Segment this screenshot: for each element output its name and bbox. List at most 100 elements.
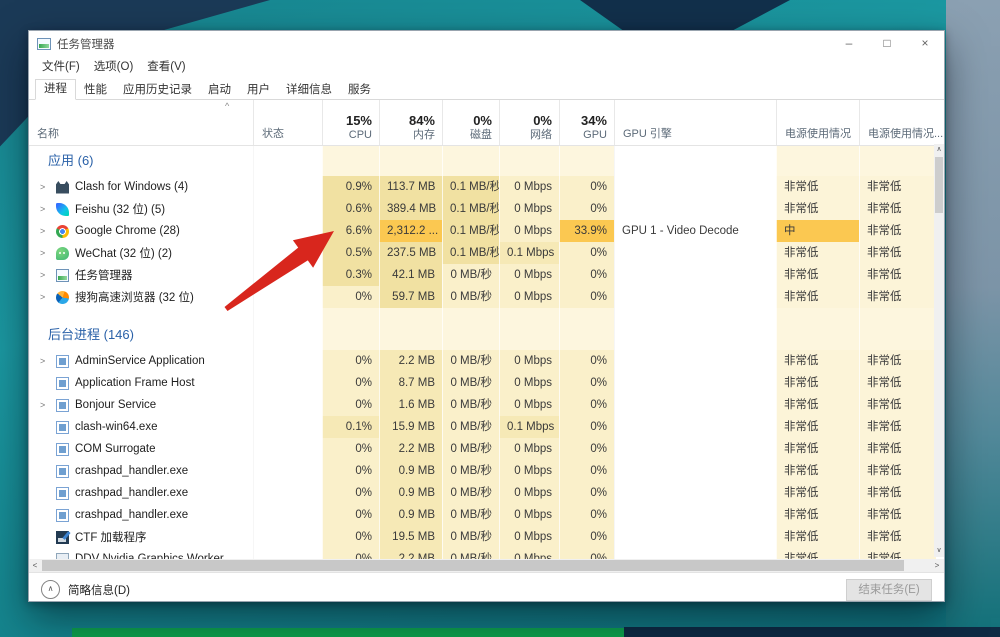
- expand-chevron-icon[interactable]: [40, 248, 56, 258]
- minimize-button[interactable]: –: [830, 31, 868, 56]
- wechat-icon: [56, 246, 69, 260]
- menu-item-2[interactable]: 查看(V): [140, 56, 192, 78]
- status-cell: [253, 264, 322, 286]
- status-cell: [253, 394, 322, 416]
- section-title: 后台进程 (146): [29, 320, 253, 350]
- process-row[interactable]: 搜狗高速浏览器 (32 位)0%59.7 MB0 MB/秒0 Mbps0%非常低…: [29, 286, 944, 308]
- vertical-scrollbar[interactable]: ∧ ∨: [934, 144, 944, 557]
- cell-value: 0%: [322, 438, 379, 460]
- scroll-down-icon[interactable]: ∨: [936, 545, 941, 557]
- scroll-left-icon[interactable]: <: [29, 559, 41, 572]
- column-header-power[interactable]: 电源使用情况: [776, 100, 859, 145]
- cell-value: 0%: [322, 286, 379, 308]
- cell-value: 0.1 MB/秒: [442, 242, 499, 264]
- process-row[interactable]: CTF 加载程序 0% 19.5 MB 0 MB/秒 0 Mbps 0% 非常低 非常低: [29, 526, 944, 548]
- section-cell: [859, 320, 936, 350]
- process-row[interactable]: WeChat (32 位) (2) 0.5%237.5 MB0.1 MB/秒0.1…: [29, 242, 944, 264]
- cell-value: 0%: [559, 372, 614, 394]
- horizontal-scroll-thumb[interactable]: [42, 560, 904, 571]
- expand-chevron-icon[interactable]: [40, 400, 56, 410]
- tab-6[interactable]: 服务: [340, 81, 379, 100]
- gpu-engine-cell: [614, 548, 776, 559]
- cell-value: 0%: [559, 548, 614, 559]
- gpu-engine-cell: [614, 438, 776, 460]
- cell-value: 0%: [559, 242, 614, 264]
- process-row[interactable]: Feishu (32 位) (5) 0.6%389.4 MB0.1 MB/秒0 M…: [29, 198, 944, 220]
- cell-value: 0%: [322, 372, 379, 394]
- process-row[interactable]: COM Surrogate 0% 2.2 MB 0 MB/秒 0 Mbps 0% 非常低 非常…: [29, 438, 944, 460]
- column-disk-label: 磁盘: [470, 129, 492, 141]
- power-trend-cell: 非常低: [859, 372, 936, 394]
- expand-chevron-icon[interactable]: [40, 226, 56, 236]
- column-header-name[interactable]: 名称 ^: [29, 100, 253, 145]
- tab-3[interactable]: 启动: [200, 81, 239, 100]
- expand-chevron-icon[interactable]: [40, 270, 56, 280]
- column-header-gpu-engine[interactable]: GPU 引擎: [614, 100, 776, 145]
- vertical-scroll-thumb[interactable]: [935, 157, 943, 213]
- collapse-details-icon[interactable]: ∧: [41, 580, 60, 599]
- column-header-disk[interactable]: 0% 磁盘: [442, 100, 499, 145]
- expand-chevron-icon[interactable]: [40, 356, 56, 366]
- close-button[interactable]: ×: [906, 31, 944, 56]
- column-header-gpu[interactable]: 34% GPU: [559, 100, 614, 145]
- process-name-label: Feishu (32 位) (5): [75, 204, 166, 216]
- expand-chevron-icon[interactable]: [40, 204, 56, 214]
- tab-4[interactable]: 用户: [239, 81, 278, 100]
- column-header-power-trend[interactable]: 电源使用情况...: [859, 100, 943, 145]
- window-icon: [56, 420, 69, 434]
- status-cell: [253, 220, 322, 242]
- total-network-percent: 0%: [533, 113, 552, 128]
- cell-value: 2.2 MB: [379, 438, 442, 460]
- process-row[interactable]: crashpad_handler.exe 0% 0.9 MB 0 MB/秒 0 Mbps…: [29, 504, 944, 526]
- column-header-status[interactable]: 状态: [253, 100, 322, 145]
- expand-chevron-icon[interactable]: [40, 292, 56, 302]
- process-row[interactable]: DDV Nvidia Graphics Worker 0% 2.2 MB 0 MB/秒…: [29, 548, 944, 559]
- gpu-engine-cell: [614, 176, 776, 198]
- process-row[interactable]: 任务管理器 0.3%42.1 MB0 MB/秒0 Mbps0% 非常低非常低: [29, 264, 944, 286]
- scroll-right-icon[interactable]: >: [931, 559, 943, 572]
- task-manager-window: 任务管理器 – □ × 文件(F) 选项(O) 查看(V) 进程 性能 应用历史记录 启动…: [28, 30, 945, 602]
- wallpaper-shape: [72, 628, 624, 637]
- section-header-row[interactable]: 应用 (6): [29, 146, 944, 176]
- column-header-power-label: 电源使用情况: [785, 128, 851, 140]
- menu-item-1[interactable]: 选项(O): [87, 56, 141, 78]
- fewer-details-toggle[interactable]: 简略信息(D): [68, 582, 130, 598]
- scroll-up-icon[interactable]: ∧: [936, 144, 941, 156]
- spacer-cell: [442, 308, 499, 320]
- end-task-button[interactable]: 结束任务(E): [846, 578, 932, 601]
- expand-chevron-icon[interactable]: [40, 182, 56, 192]
- spacer-cell: [29, 308, 253, 320]
- window-icon: [56, 442, 69, 456]
- tab-5[interactable]: 详细信息: [278, 81, 340, 100]
- process-name-label: Application Frame Host: [75, 377, 195, 389]
- tab-1[interactable]: 性能: [76, 81, 115, 100]
- section-cell: [442, 146, 499, 176]
- cell-value: 237.5 MB: [379, 242, 442, 264]
- process-row[interactable]: crashpad_handler.exe 0% 0.9 MB 0 MB/秒 0 Mbps…: [29, 482, 944, 504]
- cell-value: 0%: [322, 504, 379, 526]
- tab-processes[interactable]: 进程: [35, 79, 76, 100]
- tab-2[interactable]: 应用历史记录: [115, 81, 200, 100]
- cell-value: 0 Mbps: [499, 438, 559, 460]
- process-row[interactable]: crashpad_handler.exe 0% 0.9 MB 0 MB/秒 0 Mbps…: [29, 460, 944, 482]
- process-row[interactable]: Clash for Windows (4) 0.9%113.7 MB0.1 MB/…: [29, 176, 944, 198]
- horizontal-scrollbar[interactable]: < >: [29, 559, 944, 572]
- maximize-button[interactable]: □: [868, 31, 906, 56]
- process-row[interactable]: Application Frame Host 0% 8.7 MB 0 MB/秒 0 Mb…: [29, 372, 944, 394]
- status-cell: [253, 504, 322, 526]
- section-header-row[interactable]: 后台进程 (146): [29, 320, 944, 350]
- process-row[interactable]: AdminService Application0%2.2 MB0 MB/秒0 …: [29, 350, 944, 372]
- process-row[interactable]: Bonjour Service0%1.6 MB0 MB/秒0 Mbps0%非常低…: [29, 394, 944, 416]
- column-header-memory[interactable]: 84% 内存: [379, 100, 442, 145]
- cell-value: 6.6%: [322, 220, 379, 242]
- process-row[interactable]: Google Chrome (28) 6.6%2,312.2 ...0.1 MB/…: [29, 220, 944, 242]
- column-header-network[interactable]: 0% 网络: [499, 100, 559, 145]
- process-row[interactable]: clash-win64.exe 0.1% 15.9 MB 0 MB/秒 0.1 Mbps…: [29, 416, 944, 438]
- spacer-cell: [253, 308, 322, 320]
- column-header-cpu[interactable]: 15% CPU: [322, 100, 379, 145]
- process-name-cell: WeChat (32 位) (2): [29, 242, 253, 264]
- menu-item-0[interactable]: 文件(F): [35, 56, 87, 78]
- power-trend-cell: 非常低: [859, 504, 936, 526]
- title-bar[interactable]: 任务管理器 – □ ×: [29, 31, 944, 56]
- power-trend-cell: 非常低: [859, 526, 936, 548]
